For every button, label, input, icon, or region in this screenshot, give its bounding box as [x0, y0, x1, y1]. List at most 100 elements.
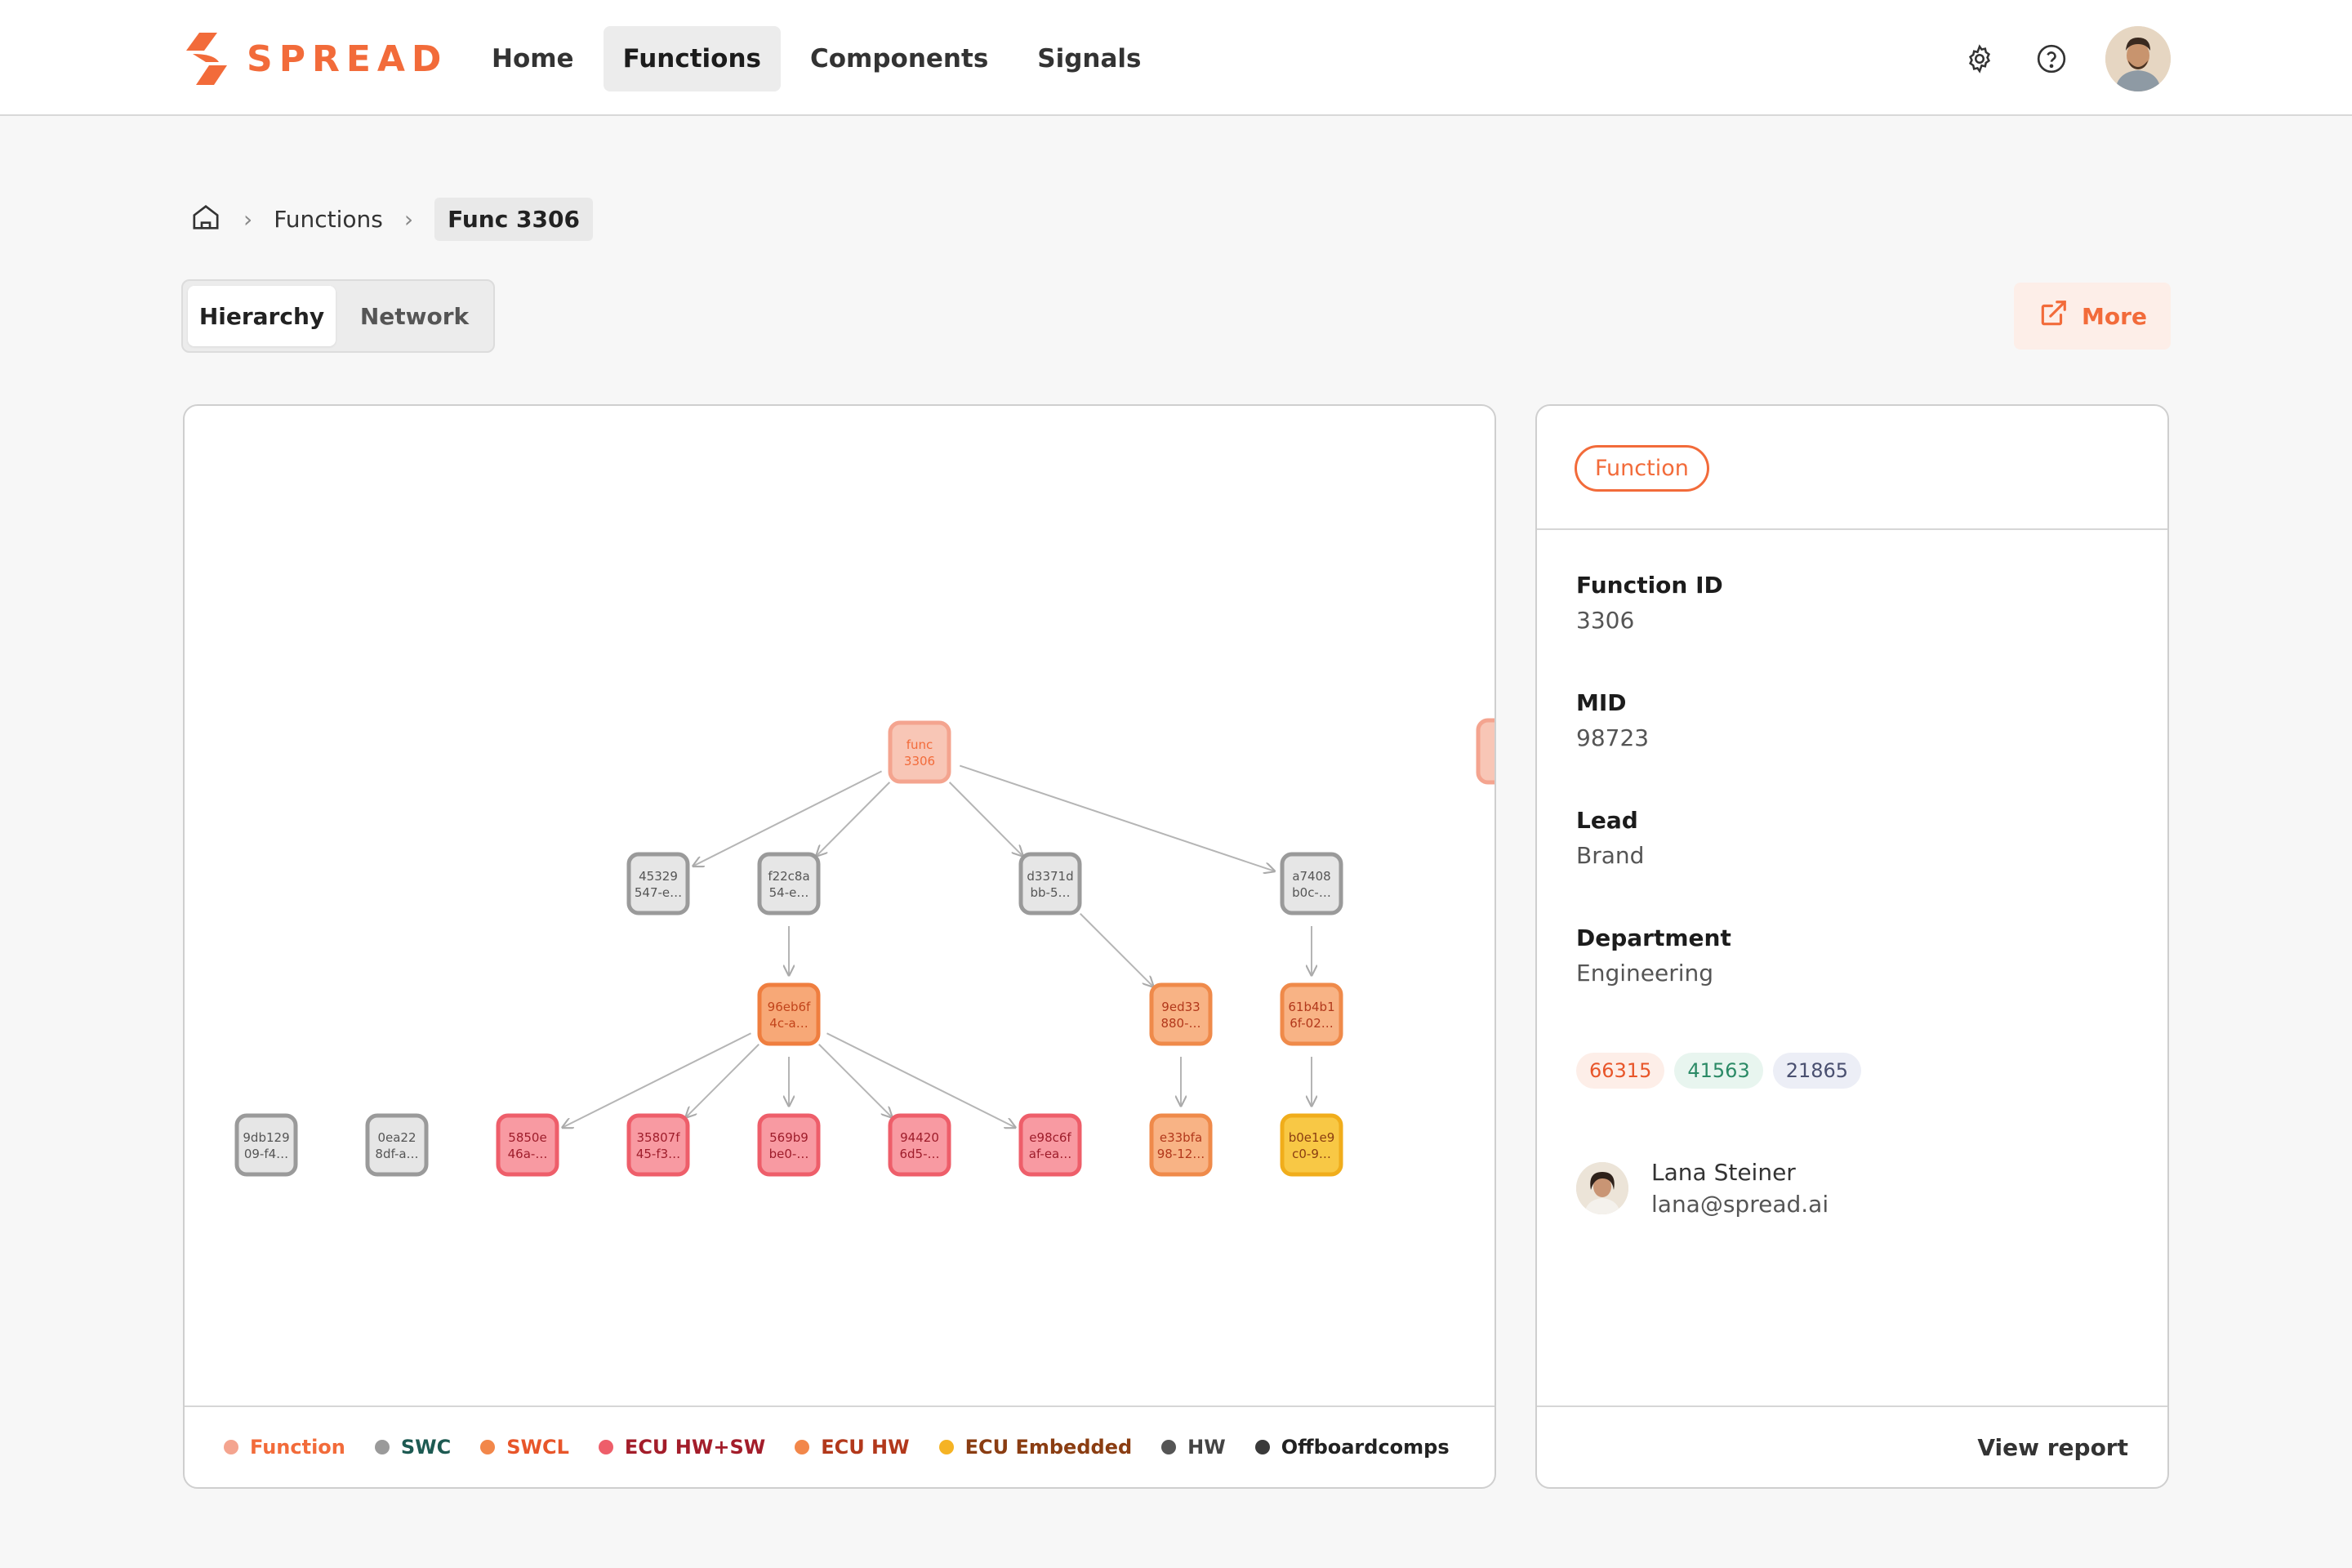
tag-chip[interactable]: 41563: [1674, 1053, 1763, 1089]
graph-node[interactable]: 9db129 09-f4…: [234, 1113, 298, 1177]
graph-edge: [948, 782, 1023, 856]
help-icon[interactable]: [2034, 41, 2069, 77]
graph-node[interactable]: d3371dbb-5…: [1018, 852, 1082, 915]
legend-dot: [374, 1440, 390, 1454]
node-box: [626, 852, 690, 915]
graph-node[interactable]: f22c8a54-e…: [757, 852, 821, 915]
graph-edge: [959, 764, 1274, 871]
node-label: 569b9: [769, 1130, 808, 1145]
details-footer: View report: [1537, 1405, 2167, 1487]
node-label: c0-9…: [1292, 1147, 1331, 1161]
node-box: [1280, 852, 1343, 915]
node-label: e33bfa: [1160, 1130, 1202, 1145]
nav-home[interactable]: Home: [472, 26, 594, 91]
breadcrumb: › Functions › Func 3306: [189, 196, 593, 242]
legend-label: ECU HW+SW: [624, 1436, 766, 1459]
user-avatar[interactable]: [2105, 26, 2171, 91]
gear-icon[interactable]: [1962, 41, 1998, 77]
node-label: 0ea22: [377, 1130, 416, 1145]
node-label: 45329: [639, 869, 678, 884]
owner-card: Lana Steiner lana@spread.ai: [1576, 1159, 1829, 1218]
node-label: 3306: [904, 754, 935, 768]
owner-info: Lana Steiner lana@spread.ai: [1651, 1159, 1829, 1218]
graph-node[interactable]: 94420 6d5-…: [888, 1113, 951, 1177]
node-label: a7408: [1292, 869, 1330, 884]
field-department: Department Engineering: [1576, 924, 1731, 987]
details-panel: Function Function ID 3306 MID 98723 Lead…: [1535, 404, 2169, 1489]
tab-network[interactable]: Network: [341, 286, 488, 346]
graph-canvas[interactable]: func 3306 45329 547-e… f22c8a 54-e… d3371d bb-5…: [185, 406, 1494, 1405]
hierarchy-graph[interactable]: func 3306 45329547-e… f22c8a54-e… d3371dbb-5…: [185, 406, 1494, 1405]
node-box: [626, 1113, 690, 1177]
legend-dot: [224, 1440, 238, 1454]
legend-item-ecu-hw-sw[interactable]: ECU HW+SW: [598, 1436, 766, 1459]
node-label: 46a-…: [508, 1147, 548, 1161]
node-label: 9db129: [243, 1130, 289, 1145]
node-box: [757, 852, 821, 915]
home-icon[interactable]: [189, 201, 222, 237]
graph-node[interactable]: a7408b0c-…: [1280, 852, 1343, 915]
legend-item-swcl[interactable]: SWCL: [480, 1436, 569, 1459]
more-button[interactable]: More: [2014, 283, 2171, 350]
node-label: 547-e…: [635, 885, 682, 900]
field-value: 98723: [1576, 724, 1650, 751]
node-label: 9ed33: [1161, 1000, 1200, 1014]
legend-item-swc[interactable]: SWC: [374, 1436, 451, 1459]
field-label: MID: [1576, 689, 1627, 716]
owner-name: Lana Steiner: [1651, 1159, 1796, 1186]
graph-node[interactable]: 569b9 be0-…: [757, 1113, 821, 1177]
node-label: 880-…: [1160, 1016, 1200, 1031]
view-report-link[interactable]: View report: [1977, 1434, 2128, 1461]
legend-label: Function: [250, 1436, 345, 1459]
tab-hierarchy[interactable]: Hierarchy: [188, 286, 336, 346]
node-label: f22c8a: [768, 869, 809, 884]
node-label: b0c-…: [1292, 885, 1331, 900]
graph-node[interactable]: b0e1e9 c0-9…: [1280, 1113, 1343, 1177]
hierarchy-graph-panel: func 3306 45329 547-e… f22c8a 54-e… d3371d bb-5…: [183, 404, 1496, 1489]
graph-node[interactable]: e98c6f af-ea…: [1018, 1113, 1082, 1177]
node-box: [757, 982, 821, 1046]
node-label: bb-5…: [1031, 885, 1071, 900]
graph-node[interactable]: 5850e 46a-…: [496, 1113, 559, 1177]
tag-list: 66315 41563 21865: [1576, 1053, 1862, 1089]
legend-item-ecu-hw[interactable]: ECU HW: [795, 1436, 910, 1459]
spread-logo-icon: [181, 29, 232, 88]
graph-node[interactable]: func 3306: [888, 720, 951, 784]
field-label: Lead: [1576, 807, 1638, 834]
field-value: Engineering: [1576, 960, 1713, 987]
legend-label: ECU HW: [821, 1436, 910, 1459]
node-label: af-ea…: [1029, 1147, 1072, 1161]
field-function-id: Function ID 3306: [1576, 572, 1723, 634]
tag-chip[interactable]: 21865: [1772, 1053, 1862, 1089]
legend-item-offboardcomps[interactable]: Offboardcomps: [1254, 1436, 1450, 1459]
node-label: 54-e…: [769, 885, 809, 900]
offscreen-node-partial[interactable]: [1476, 718, 1494, 785]
owner-email[interactable]: lana@spread.ai: [1651, 1191, 1829, 1218]
graph-edge: [686, 1044, 760, 1117]
graph-node[interactable]: e33bfa 98-12…: [1149, 1113, 1213, 1177]
graph-node[interactable]: 96eb6f 4c-a…: [757, 982, 821, 1046]
node-box: [1280, 982, 1343, 1046]
graph-node[interactable]: 61b4b1 6f-02…: [1280, 982, 1343, 1046]
graph-node[interactable]: 0ea22 8df-a…: [365, 1113, 429, 1177]
breadcrumb-functions[interactable]: Functions: [274, 206, 383, 233]
spread-logo[interactable]: SPREAD: [181, 29, 448, 88]
graph-node[interactable]: 9ed33 880-…: [1149, 982, 1213, 1046]
node-box: [1280, 1113, 1343, 1177]
main-nav: Home Functions Components Signals: [472, 26, 1161, 91]
legend-item-ecu-embedded[interactable]: ECU Embedded: [938, 1436, 1133, 1459]
legend-item-hw[interactable]: HW: [1161, 1436, 1226, 1459]
brand-name: SPREAD: [247, 38, 448, 80]
legend-label: ECU Embedded: [964, 1436, 1133, 1459]
nav-functions[interactable]: Functions: [603, 26, 781, 91]
node-label: be0-…: [769, 1147, 809, 1161]
graph-node[interactable]: 45329547-e…: [626, 852, 690, 915]
node-label: 8df-a…: [375, 1147, 418, 1161]
legend-item-function[interactable]: Function: [224, 1436, 345, 1459]
node-box: [888, 1113, 951, 1177]
node-box: [757, 1113, 821, 1177]
nav-components[interactable]: Components: [791, 26, 1008, 91]
graph-node[interactable]: 35807f 45-f3…: [626, 1113, 690, 1177]
tag-chip[interactable]: 66315: [1576, 1053, 1665, 1089]
nav-signals[interactable]: Signals: [1018, 26, 1160, 91]
